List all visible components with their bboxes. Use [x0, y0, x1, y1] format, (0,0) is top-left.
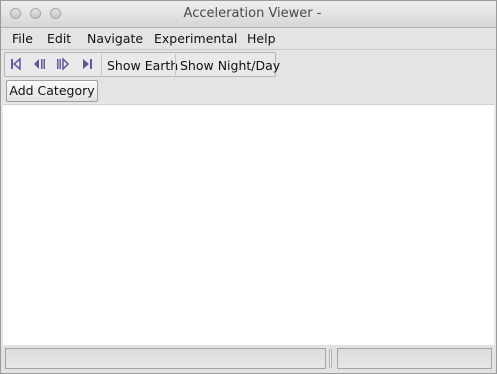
app-window: Acceleration Viewer - File Edit Navigate…	[0, 0, 497, 374]
skip-to-start-icon[interactable]	[9, 57, 23, 71]
menu-file[interactable]: File	[12, 31, 33, 46]
category-bar: Add Category	[1, 79, 496, 103]
step-forward-icon[interactable]	[56, 57, 70, 71]
toolbar-separator	[101, 54, 102, 75]
show-night-day-button[interactable]: Show Night/Day	[180, 58, 280, 73]
title-bar: Acceleration Viewer -	[1, 1, 496, 28]
splitter-grip-icon	[329, 349, 332, 368]
step-back-icon[interactable]	[32, 57, 46, 71]
menu-navigate[interactable]: Navigate	[87, 31, 143, 46]
menu-edit[interactable]: Edit	[47, 31, 71, 46]
window-title: Acceleration Viewer -	[183, 6, 322, 21]
menu-help[interactable]: Help	[247, 31, 276, 46]
status-bar	[1, 345, 496, 373]
toolbar-group: Show Earth Show Night/Day	[4, 52, 280, 77]
toolbar: Show Earth Show Night/Day	[1, 50, 496, 79]
add-category-button[interactable]: Add Category	[6, 80, 98, 102]
toolbar-separator	[175, 54, 176, 75]
content-area[interactable]	[3, 104, 494, 345]
menu-bar: File Edit Navigate Experimental Help	[1, 28, 496, 50]
skip-to-end-icon[interactable]	[80, 57, 94, 71]
status-field-left	[5, 348, 326, 369]
status-field-right	[337, 348, 492, 369]
show-earth-button[interactable]: Show Earth	[107, 58, 178, 73]
menu-experimental[interactable]: Experimental	[154, 31, 237, 46]
status-splitter[interactable]	[327, 347, 335, 371]
